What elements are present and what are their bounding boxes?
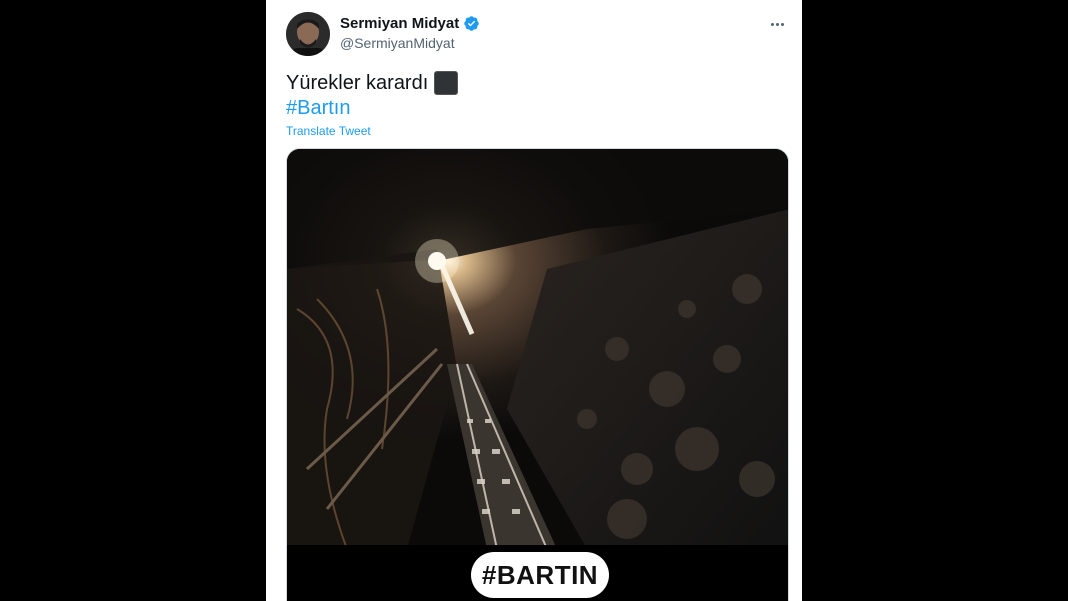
- more-dot-icon: [780, 22, 784, 26]
- verified-badge-icon: [464, 16, 479, 31]
- author-name[interactable]: Sermiyan Midyat: [340, 15, 459, 32]
- more-dot-icon: [775, 22, 779, 26]
- more-options-button[interactable]: [764, 14, 790, 34]
- avatar-photo: [286, 12, 330, 56]
- mine-tunnel-photo: [287, 149, 788, 549]
- tweet-card: Sermiyan Midyat @SermiyanMidyat Yürekler…: [266, 0, 802, 601]
- avatar[interactable]: [286, 12, 330, 56]
- media-hashtag-overlay: #BARTIN: [471, 552, 609, 598]
- tweet-text-row: Yürekler karardı: [286, 71, 459, 95]
- author-handle[interactable]: @SermiyanMidyat: [340, 35, 455, 51]
- translate-tweet-link[interactable]: Translate Tweet: [286, 124, 371, 138]
- more-dot-icon: [770, 22, 774, 26]
- tweet-media[interactable]: #BARTIN: [286, 148, 789, 601]
- black-square-emoji-icon: [434, 71, 459, 95]
- tweet-text: Yürekler karardı: [286, 71, 429, 94]
- author-row: Sermiyan Midyat: [340, 15, 480, 32]
- hashtag-link[interactable]: #Bartın: [286, 97, 350, 120]
